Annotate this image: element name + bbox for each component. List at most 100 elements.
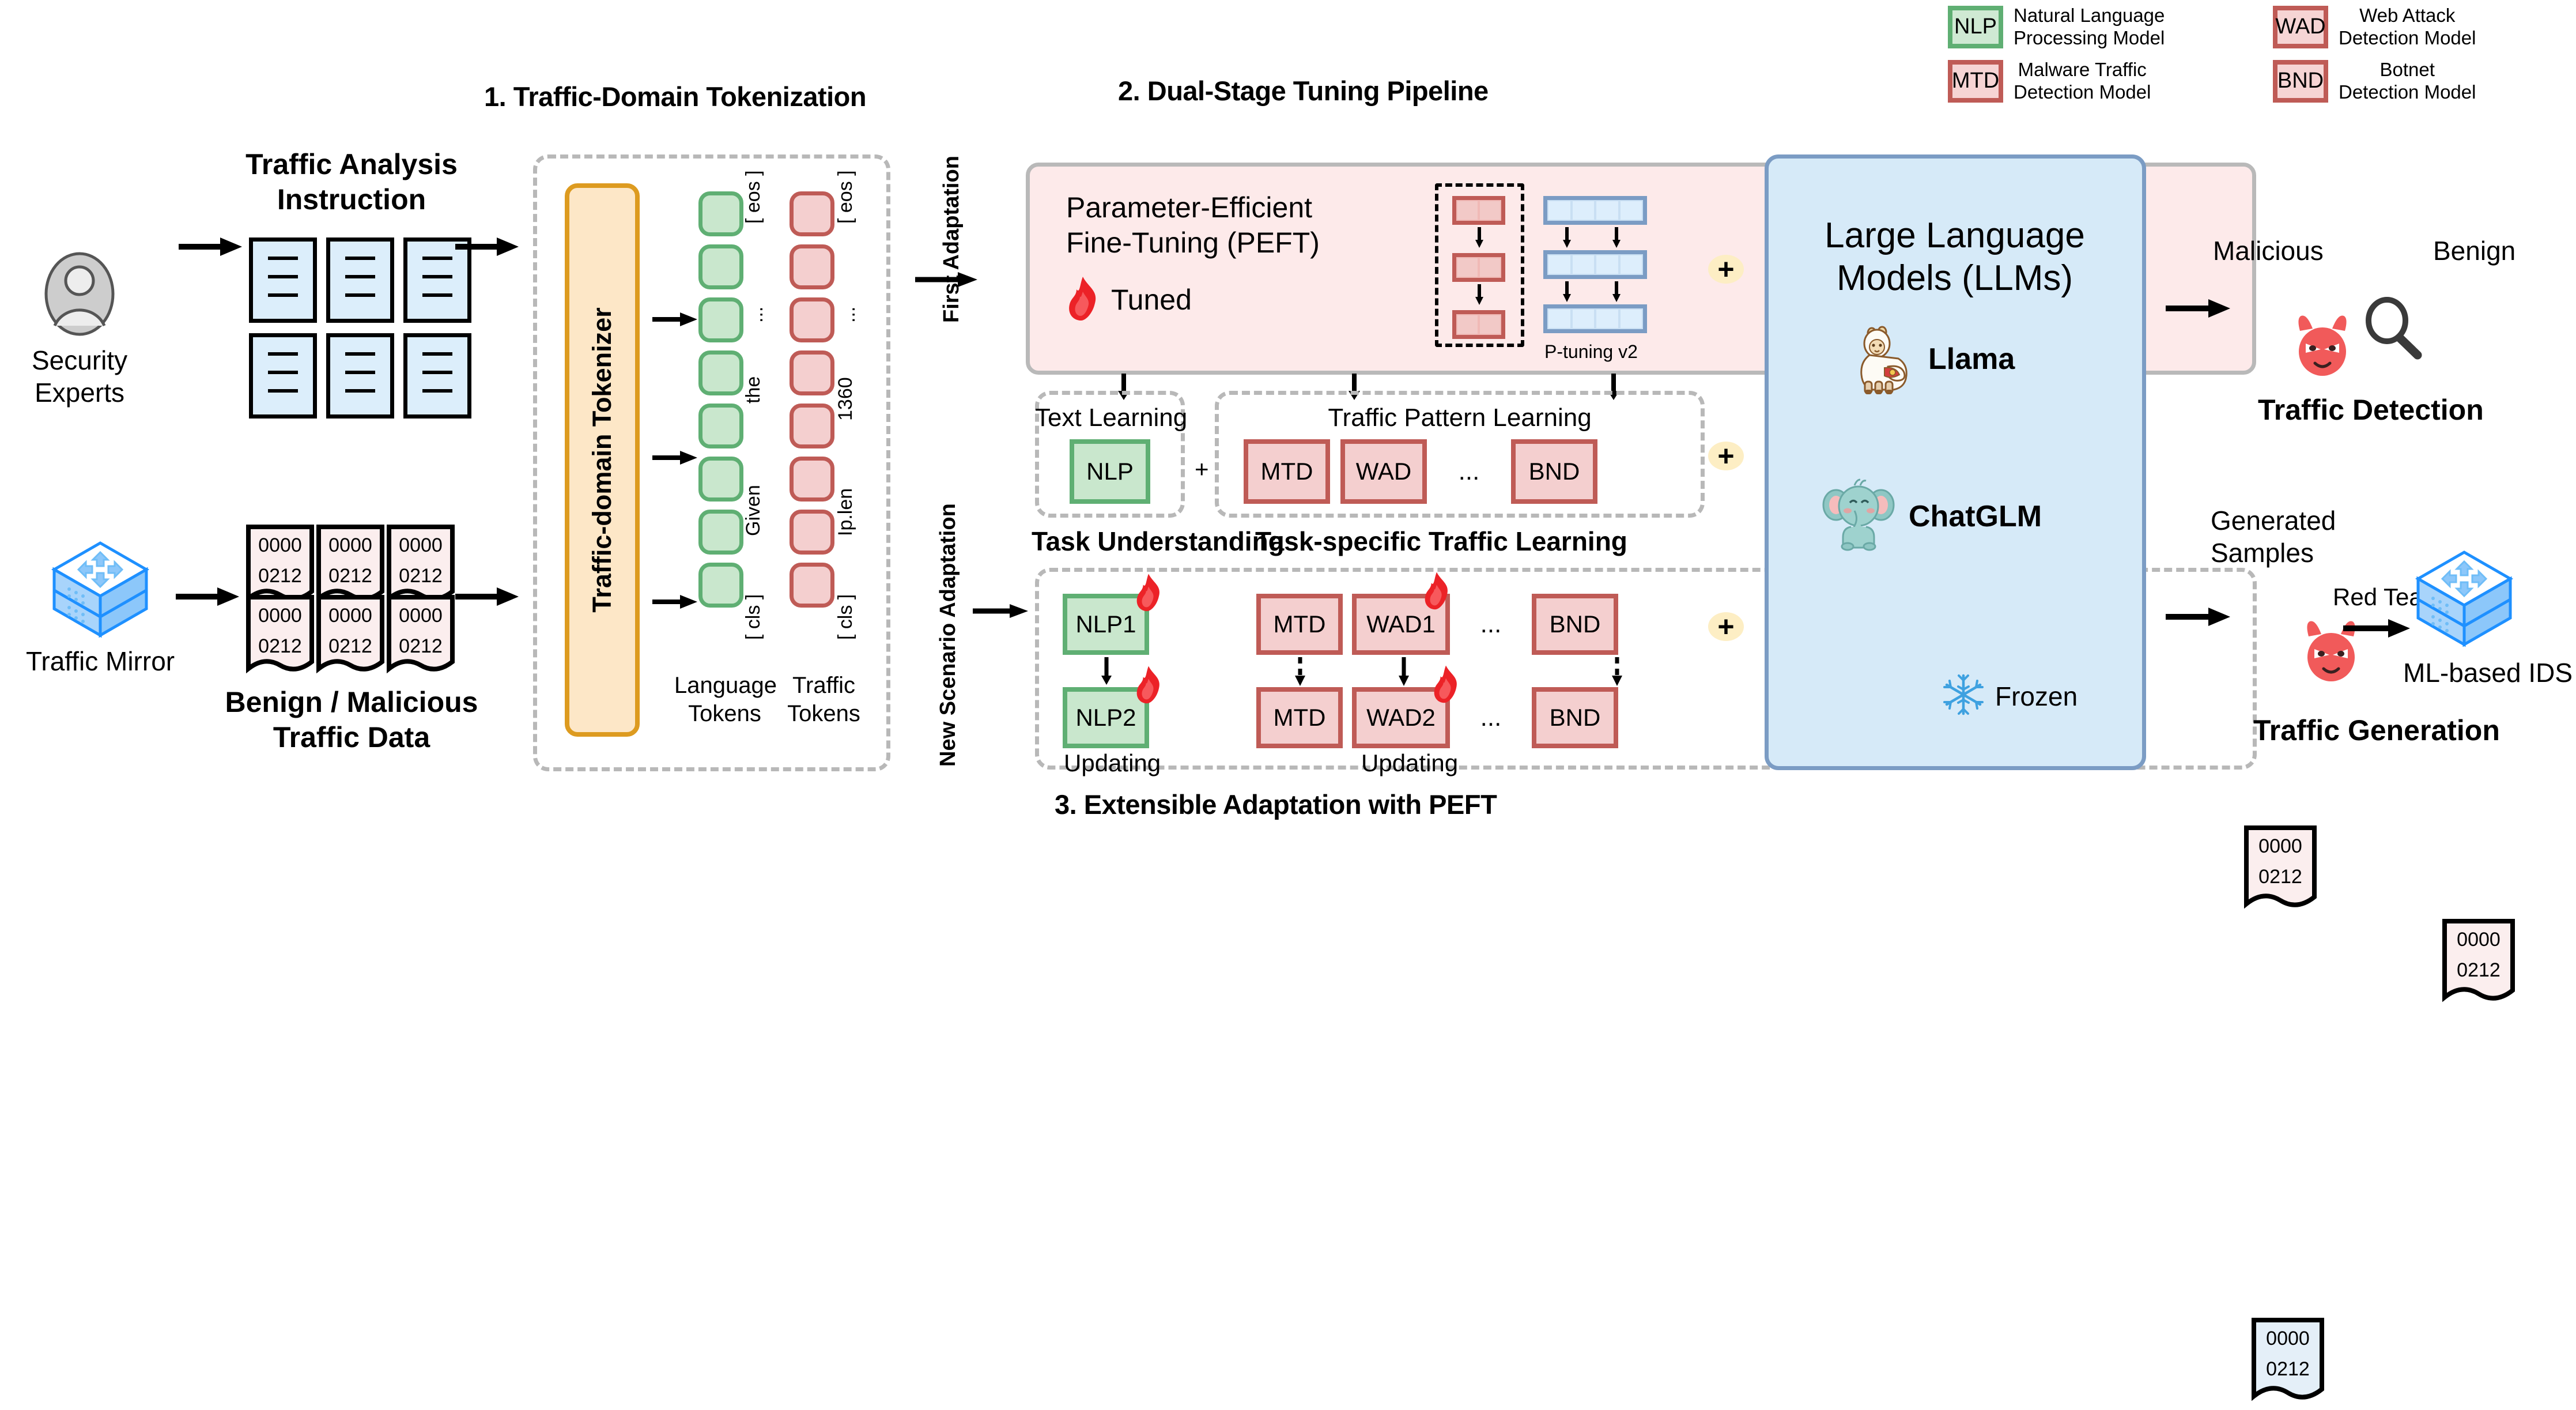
arrow-red-2 [1475, 284, 1505, 308]
llm-model-name-llama: Llama [1928, 342, 2015, 376]
doc-card [326, 333, 398, 423]
arrow-red-teaming [2343, 617, 2410, 643]
packet-card: 0000 0212 [245, 594, 315, 681]
model-label: WAD2 [1366, 704, 1436, 731]
arrow-bnd-dashed [1611, 657, 1623, 689]
traffic-detection-title: Traffic Detection [2258, 394, 2484, 426]
ptuning-row [1543, 250, 1647, 279]
traffic-pattern-label: Traffic Pattern Learning [1328, 404, 1592, 432]
language-token-chip [698, 404, 743, 448]
llm-title: Large Language Models (LLMs) [1825, 216, 2085, 299]
doc-card [403, 333, 475, 423]
traffic-token-chip [790, 191, 834, 236]
ml-based-ids-icon [2412, 545, 2516, 652]
model-box-bnd-stage1: BND [1511, 439, 1597, 504]
legend-swatch-mtd: MTD [1948, 59, 2003, 103]
traffic-token-label-ellipsis: ... [837, 306, 859, 323]
new-scenario-adaptation-label: New Scenario Adaptation [936, 503, 960, 767]
language-token-chip [698, 510, 743, 555]
doc-card [249, 333, 321, 423]
peft-title: Parameter-Efficient Fine-Tuning (PEFT) [1066, 191, 1320, 259]
language-token-label-ellipsis: ... [745, 306, 767, 323]
traffic-tokens-caption: Traffic Tokens [787, 673, 860, 726]
instruction-title: Traffic Analysis Instruction [245, 148, 458, 216]
model-label: NLP1 [1075, 610, 1136, 638]
language-token-chip [698, 563, 743, 608]
ptuning-arrows-2 [1543, 281, 1647, 302]
traffic-generation-title: Traffic Generation [2253, 714, 2500, 747]
model-label: MTD [1260, 458, 1313, 485]
legend-desc-wad: Web Attack Detection Model [2339, 5, 2476, 48]
llm-model-name-chatglm: ChatGLM [1909, 499, 2042, 533]
packet-card: 0000 0212 [315, 594, 386, 681]
model-label: BND [1549, 704, 1601, 731]
legend-desc-bnd: Botnet Detection Model [2339, 58, 2476, 103]
language-token-column [698, 191, 743, 608]
arrow-instruction-to-tokenizer [455, 235, 519, 261]
model-label: MTD [1273, 704, 1326, 731]
legend-swatch-bnd: BND [2273, 59, 2328, 103]
traffic-token-label-1360: 1360 [834, 377, 856, 421]
arrow-experts-to-instruction [179, 235, 242, 261]
legend-item-bnd: BND Botnet Detection Model [2273, 59, 2576, 104]
doc-card [249, 237, 321, 327]
traffic-data-title: Benign / Malicious Traffic Data [225, 686, 478, 753]
devil-icon-detection [2291, 315, 2354, 380]
flame-icon-nlp1 [1135, 572, 1162, 615]
language-token-label-cls: [ cls ] [742, 594, 764, 640]
tuned-label: Tuned [1111, 283, 1192, 316]
traffic-token-chip [790, 457, 834, 502]
plus-badge-2: + [1708, 442, 1744, 470]
arrow-tokenizer-to-tokens-2 [652, 450, 697, 469]
language-token-chip [698, 297, 743, 342]
language-token-chip [698, 191, 743, 236]
legend-code-bnd: BND [2277, 69, 2324, 93]
packet-card: 0000 0212 [386, 594, 456, 681]
traffic-token-chip [790, 510, 834, 555]
arrow-tokenizer-to-tokens-3 [652, 594, 697, 613]
generated-packet-card: 0000 0212 [2250, 1317, 2325, 1410]
arrow-llm-to-detection [2166, 297, 2230, 323]
flame-icon-nlp2 [1135, 664, 1162, 707]
peft-red-module [1452, 196, 1505, 225]
benign-packet-card: 0000 0212 [2441, 918, 2516, 1011]
text-learning-label: Text Learning [1035, 404, 1188, 432]
language-token-label-eos: [ eos ] [742, 170, 764, 224]
language-token-chip [698, 350, 743, 395]
language-token-label-given: Given [742, 485, 764, 536]
plus-badge-3: + [1708, 612, 1744, 641]
snowflake-icon [1942, 673, 1985, 719]
traffic-token-chip [790, 350, 834, 395]
ml-based-ids-label: ML-based IDS [2403, 658, 2573, 688]
ellipsis-stage1: ... [1458, 457, 1480, 485]
arrow-mtd-dashed [1294, 657, 1306, 689]
ptuning-arrows-1 [1543, 227, 1647, 248]
legend-desc-nlp: Natural Language Processing Model [2014, 5, 2165, 48]
legend-item-wad: WAD Web Attack Detection Model [2273, 5, 2576, 50]
ellipsis-stage2-r2: ... [1480, 703, 1502, 732]
llm-model-llama: Llama [1844, 318, 2015, 399]
traffic-token-chip [790, 404, 834, 448]
model-label: BND [1528, 458, 1580, 485]
network-switch-icon [48, 536, 152, 640]
traffic-token-chip [790, 563, 834, 608]
legend-item-nlp: NLP Natural Language Processing Model [1948, 5, 2251, 50]
traffic-token-chip [790, 297, 834, 342]
flame-icon-wad1 [1423, 570, 1450, 614]
ellipsis-stage2-r1: ... [1480, 610, 1502, 638]
legend-desc-mtd: Malware Traffic Detection Model [2014, 58, 2151, 103]
doc-card [326, 237, 398, 327]
frozen-label: Frozen [1995, 681, 2078, 711]
section-title-2: 2. Dual-Stage Tuning Pipeline [1118, 76, 1489, 106]
language-token-chip [698, 244, 743, 289]
magnifier-icon [2363, 295, 2424, 363]
generated-samples-label: Generated Samples [2211, 506, 2336, 568]
section-title-1: 1. Traffic-Domain Tokenization [484, 81, 867, 112]
arrow-tokenizer-to-tokens-1 [652, 311, 697, 330]
arrow-red-1 [1475, 227, 1505, 251]
malicious-label: Malicious [2213, 236, 2324, 266]
tokenizer-label: Traffic-domain Tokenizer [587, 307, 617, 613]
user-avatar-icon [43, 251, 116, 337]
instruction-doc-grid [249, 237, 476, 424]
peft-red-module [1452, 253, 1505, 282]
